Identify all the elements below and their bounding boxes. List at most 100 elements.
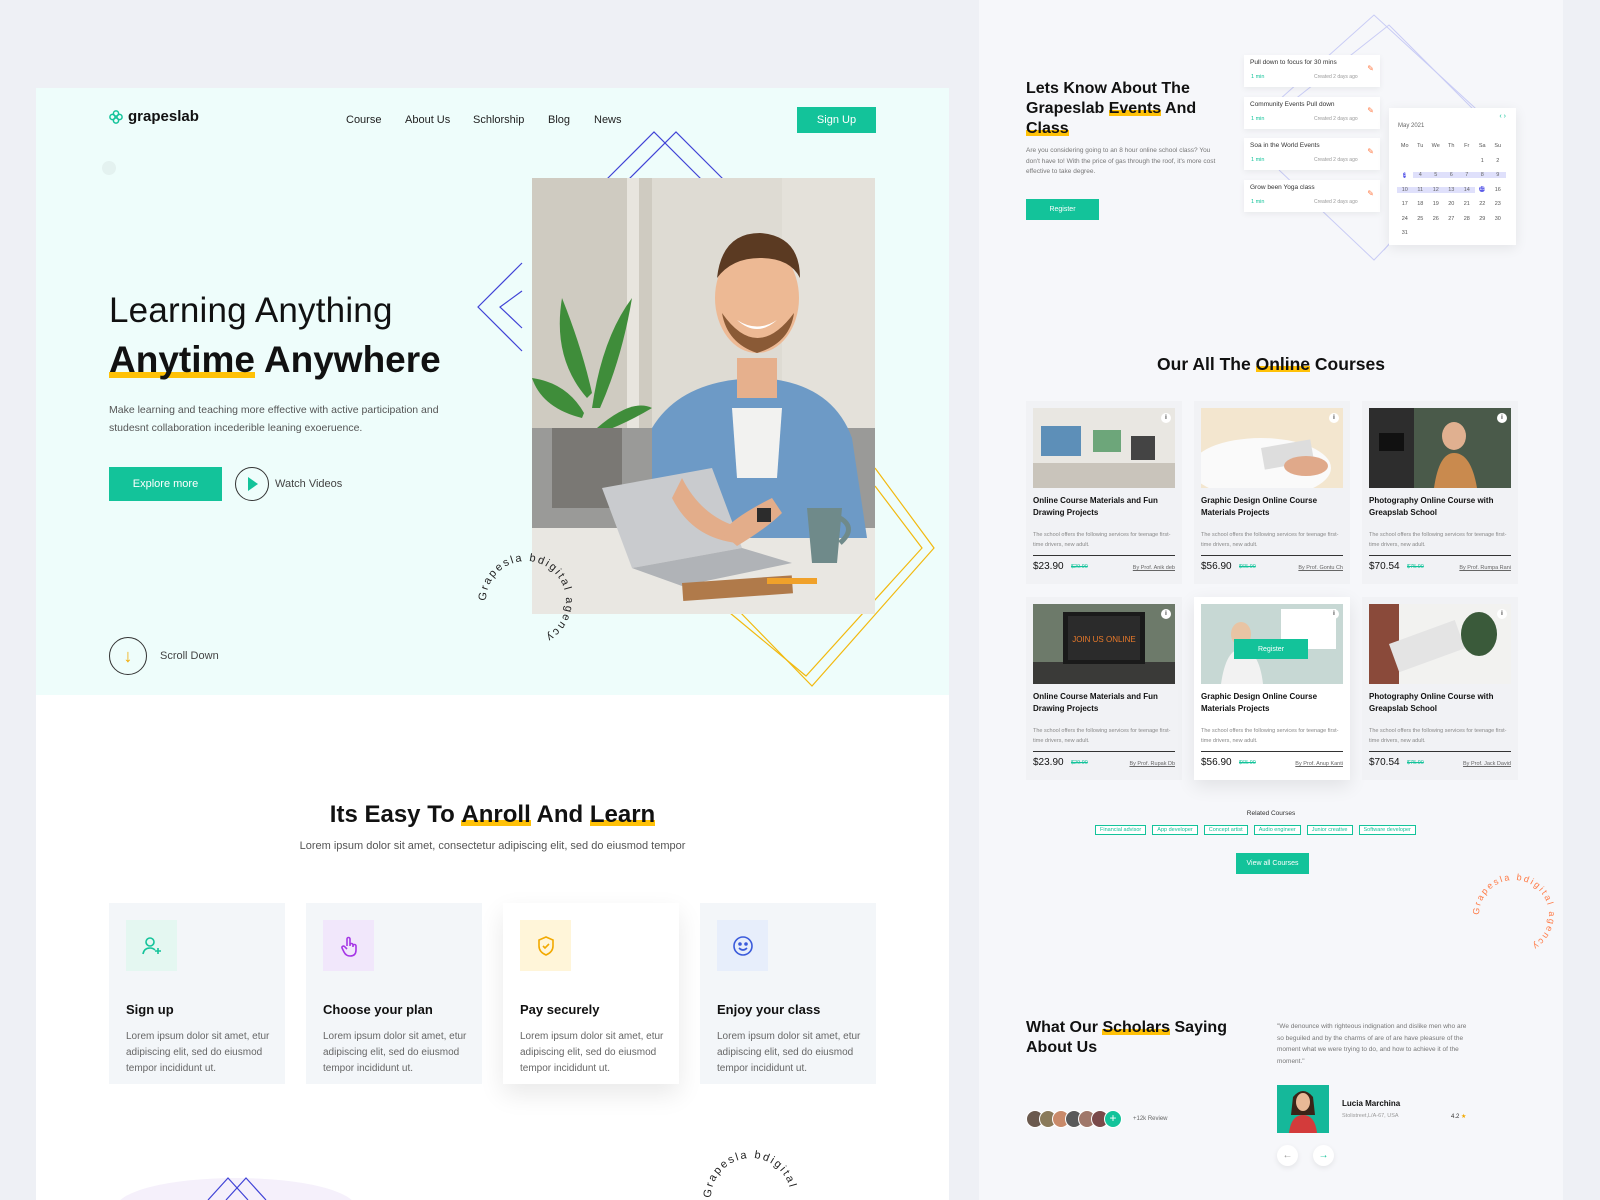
- course-card[interactable]: JOIN US ONLINE i Online Course Materials a…: [1026, 597, 1182, 780]
- weekday-label: Mo: [1400, 143, 1409, 150]
- calendar-day[interactable]: 5: [1428, 172, 1444, 179]
- view-all-courses-button[interactable]: View all Courses: [1236, 853, 1309, 874]
- weekday-label: Sa: [1478, 143, 1486, 150]
- calendar-day[interactable]: 23: [1490, 201, 1506, 207]
- course-instructor-link[interactable]: By Prof. Rumpa Rani: [1459, 565, 1511, 571]
- scroll-down-label[interactable]: Scroll Down: [160, 650, 219, 662]
- brand-logo[interactable]: grapeslab: [109, 108, 199, 125]
- related-tag[interactable]: Audio engineer: [1253, 825, 1301, 835]
- calendar-day[interactable]: 25: [1413, 216, 1429, 222]
- calendar-day[interactable]: 21: [1459, 201, 1475, 207]
- course-instructor-link[interactable]: By Prof. Anik deb: [1133, 565, 1175, 571]
- course-instructor-link[interactable]: By Prof. Rupak Db: [1129, 761, 1175, 767]
- task-item[interactable]: Community Events Pull down 1 min Created…: [1244, 97, 1380, 129]
- calendar-day[interactable]: 13: [1443, 186, 1459, 193]
- calendar-day[interactable]: 29: [1475, 216, 1491, 222]
- calendar-day[interactable]: 17: [1397, 201, 1413, 207]
- watch-videos-link[interactable]: Watch Videos: [275, 478, 342, 490]
- course-instructor-link[interactable]: By Prof. Gontu Ch: [1298, 565, 1343, 571]
- calendar-day[interactable]: 14: [1459, 186, 1475, 193]
- explore-more-button[interactable]: Explore more: [109, 467, 222, 501]
- info-icon[interactable]: i: [1161, 413, 1171, 423]
- calendar-day[interactable]: 22: [1475, 201, 1491, 207]
- testimonial-photo: [1277, 1085, 1329, 1133]
- calendar-day[interactable]: 9: [1490, 172, 1506, 179]
- sign-up-button[interactable]: Sign Up: [797, 107, 876, 133]
- course-card[interactable]: i Graphic Design Online Course Materials …: [1194, 401, 1350, 584]
- calendar-day[interactable]: 15: [1475, 184, 1491, 195]
- calendar-day[interactable]: 19: [1428, 201, 1444, 207]
- course-instructor-link[interactable]: By Prof. Anup Kanti: [1295, 761, 1343, 767]
- calendar-day[interactable]: 2: [1490, 158, 1506, 164]
- svg-text:Grapesla bdigital agency: Grapesla bdigital agency: [701, 1143, 800, 1198]
- nav-scholarship[interactable]: Schlorship: [473, 114, 524, 126]
- info-icon[interactable]: i: [1497, 413, 1507, 423]
- calendar-day[interactable]: 7: [1459, 172, 1475, 179]
- edit-icon[interactable]: ✎: [1367, 147, 1374, 156]
- info-icon[interactable]: i: [1329, 413, 1339, 423]
- step-card-enjoy[interactable]: Enjoy your class Lorem ipsum dolor sit a…: [700, 903, 876, 1084]
- course-card[interactable]: i Online Course Materials and Fun Drawing…: [1026, 401, 1182, 584]
- info-icon[interactable]: i: [1329, 609, 1339, 619]
- arrow-down-icon[interactable]: ↓: [109, 637, 147, 675]
- calendar-day[interactable]: 27: [1444, 216, 1460, 222]
- task-item[interactable]: Grow been Yoga class 1 min Created 2 day…: [1244, 180, 1380, 212]
- calendar-day[interactable]: 28: [1459, 216, 1475, 222]
- task-item[interactable]: Pull down to focus for 30 mins 1 min Cre…: [1244, 55, 1380, 87]
- edit-icon[interactable]: ✎: [1367, 64, 1374, 73]
- course-instructor-link[interactable]: By Prof. Jack David: [1463, 761, 1511, 767]
- course-card[interactable]: i Photography Online Course with Greapsla…: [1362, 401, 1518, 584]
- calendar-day[interactable]: 8: [1474, 172, 1490, 179]
- edit-icon[interactable]: ✎: [1367, 106, 1374, 115]
- related-tag[interactable]: Software developer: [1358, 825, 1416, 835]
- calendar-day[interactable]: 26: [1428, 216, 1444, 222]
- nav-blog[interactable]: Blog: [548, 114, 570, 126]
- nav-course[interactable]: Course: [346, 114, 381, 126]
- calendar-day[interactable]: 20: [1444, 201, 1460, 207]
- info-icon[interactable]: i: [1161, 609, 1171, 619]
- course-name: Online Course Materials and Fun Drawing …: [1033, 692, 1158, 713]
- clock-icon-time: 1 min: [1251, 199, 1265, 205]
- course-card[interactable]: i Photography Online Course with Greapsla…: [1362, 597, 1518, 780]
- calendar-day[interactable]: 6: [1443, 172, 1459, 179]
- related-tag[interactable]: Junior creative: [1306, 825, 1353, 835]
- calendar-day[interactable]: 11: [1412, 186, 1428, 193]
- step-card-plan[interactable]: Choose your plan Lorem ipsum dolor sit a…: [306, 903, 482, 1084]
- step-card-pay[interactable]: Pay securely Lorem ipsum dolor sit amet,…: [503, 903, 679, 1084]
- arrow-left-icon[interactable]: ←: [1277, 1145, 1298, 1166]
- calendar-day[interactable]: 24: [1397, 216, 1413, 222]
- course-name: Photography Online Course with Greapslab…: [1369, 496, 1494, 517]
- nav-about-us[interactable]: About Us: [405, 114, 450, 126]
- task-item[interactable]: Soa in the World Events 1 min Created 2 …: [1244, 138, 1380, 170]
- calendar-day[interactable]: 18: [1413, 201, 1429, 207]
- edit-icon[interactable]: ✎: [1367, 189, 1374, 198]
- events-register-button[interactable]: Register: [1026, 199, 1099, 220]
- landing-page-left: grapeslab Course About Us Schlorship Blo…: [36, 88, 949, 1200]
- arrow-right-icon[interactable]: →: [1313, 1145, 1334, 1166]
- calendar-day[interactable]: 16: [1490, 187, 1506, 193]
- testimonial-location: Stolistreet,L/A-67, USA: [1342, 1113, 1399, 1119]
- step-card-signup[interactable]: Sign up Lorem ipsum dolor sit amet, etur…: [109, 903, 285, 1084]
- info-icon[interactable]: i: [1497, 609, 1507, 619]
- related-tag[interactable]: Financial advisor: [1095, 825, 1147, 835]
- calendar-day[interactable]: 31: [1397, 230, 1413, 236]
- calendar-nav-icon[interactable]: ‹ ›: [1499, 113, 1506, 120]
- step-desc: Lorem ipsum dolor sit amet, etur adipisc…: [126, 1031, 270, 1074]
- calendar-day[interactable]: 1: [1475, 158, 1491, 164]
- calendar-day[interactable]: 3: [1397, 170, 1413, 181]
- calendar-day[interactable]: 10: [1397, 186, 1413, 193]
- course-desc: The school offers the following services…: [1033, 728, 1171, 744]
- nav-news[interactable]: News: [594, 114, 622, 126]
- calendar-day[interactable]: 12: [1428, 186, 1444, 193]
- course-desc: The school offers the following services…: [1033, 532, 1171, 548]
- add-icon[interactable]: +: [1104, 1110, 1122, 1128]
- course-register-button[interactable]: Register: [1234, 639, 1308, 659]
- calendar-day[interactable]: 4: [1412, 172, 1428, 179]
- calendar-day[interactable]: 30: [1490, 216, 1506, 222]
- hero-section: grapeslab Course About Us Schlorship Blo…: [36, 88, 949, 695]
- related-tag[interactable]: Concept artist: [1203, 825, 1248, 835]
- divider: [1033, 555, 1175, 556]
- related-tag[interactable]: App developer: [1152, 825, 1198, 835]
- play-icon[interactable]: [235, 467, 269, 501]
- course-card[interactable]: i Register Graphic Design Online Course Ma…: [1194, 597, 1350, 780]
